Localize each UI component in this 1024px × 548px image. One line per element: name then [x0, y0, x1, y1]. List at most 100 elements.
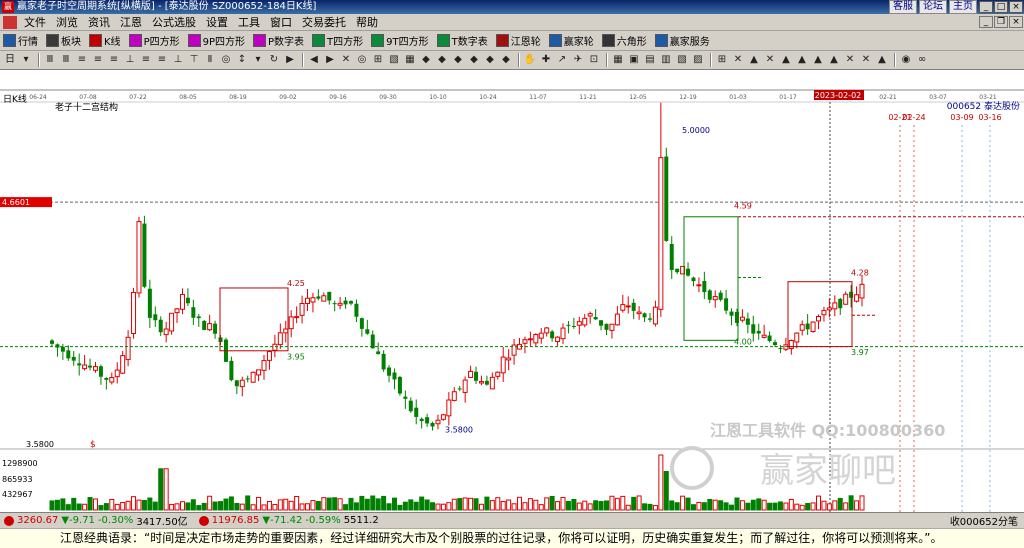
drawing-tool-icon[interactable]: ▾: [251, 53, 265, 67]
drawing-tool-icon[interactable]: Ⅲ: [43, 53, 57, 67]
drawing-tool-icon[interactable]: ◆: [419, 53, 433, 67]
menu-window[interactable]: 窗口: [265, 14, 297, 31]
toolbar-button-10[interactable]: 赢家轮: [548, 33, 594, 48]
doc-close-button[interactable]: ×: [1009, 16, 1023, 28]
chart-canvas[interactable]: 06-24 07-08 07-22 08-05 08-19 09-02 09-16 09-30…: [0, 70, 1024, 512]
drawing-tool-icon[interactable]: ✋: [523, 53, 537, 67]
sz-index-group[interactable]: 11976.85 ▼-71.42 -0.59% 5511.2: [195, 515, 382, 526]
menu-help[interactable]: 帮助: [351, 14, 383, 31]
toolbar-button-3[interactable]: P四方形: [128, 33, 180, 48]
homepage-link[interactable]: 主页: [949, 0, 977, 14]
menu-info[interactable]: 资讯: [83, 14, 115, 31]
drawing-tool-icon[interactable]: ◆: [435, 53, 449, 67]
drawing-tool-icon[interactable]: ⊞: [715, 53, 729, 67]
tick-detail-label[interactable]: 收000652分笔: [950, 513, 1018, 528]
drawing-tool-icon[interactable]: ◆: [499, 53, 513, 67]
doc-minimize-button[interactable]: _: [979, 16, 993, 28]
drawing-tool-icon[interactable]: ▦: [403, 53, 417, 67]
toolbar-icon-6: [312, 34, 326, 47]
doc-restore-button[interactable]: ❐: [994, 16, 1008, 28]
toolbar-button-7[interactable]: 9T四方形: [371, 33, 429, 48]
drawing-tool-icon[interactable]: ⊡: [587, 53, 601, 67]
drawing-tool-icon[interactable]: ▲: [779, 53, 793, 67]
drawing-tool-icon[interactable]: ≡: [75, 53, 89, 67]
drawing-tool-icon[interactable]: ◆: [451, 53, 465, 67]
drawing-tool-icon[interactable]: ▶: [323, 53, 337, 67]
toolbar-button-1[interactable]: 板块: [46, 33, 81, 48]
drawing-tool-icon[interactable]: ▣: [627, 53, 641, 67]
toolbar-button-2[interactable]: K线: [89, 33, 121, 48]
toolbar-button-11[interactable]: 六角形: [601, 33, 647, 48]
drawing-tool-icon[interactable]: ◉: [899, 53, 913, 67]
toolbar-button-6[interactable]: T四方形: [312, 33, 363, 48]
toolbar-button-12[interactable]: 赢家服务: [654, 33, 710, 48]
toolbar-button-9[interactable]: 江恩轮: [495, 33, 541, 48]
drawing-tool-icon[interactable]: ✕: [763, 53, 777, 67]
drawing-tool-icon[interactable]: ◆: [467, 53, 481, 67]
drawing-tool-icon[interactable]: ✕: [731, 53, 745, 67]
close-button[interactable]: ×: [1009, 1, 1023, 13]
drawing-tool-icon[interactable]: ▨: [691, 53, 705, 67]
drawing-tool-icon[interactable]: ◆: [483, 53, 497, 67]
toolbar-icon-0: [3, 34, 16, 47]
menu-tools[interactable]: 工具: [233, 14, 265, 31]
toolbar-button-4[interactable]: 9P四方形: [187, 33, 245, 48]
drawing-tool-icon[interactable]: ✕: [859, 53, 873, 67]
toolbar-button-8[interactable]: T数字表: [436, 33, 488, 48]
toolbar-button-5[interactable]: P数字表: [253, 33, 304, 48]
drawing-tool-icon[interactable]: ✈: [571, 53, 585, 67]
drawing-tool-icon[interactable]: ◎: [355, 53, 369, 67]
menu-settings[interactable]: 设置: [201, 14, 233, 31]
drawing-tool-icon[interactable]: ◀: [307, 53, 321, 67]
candle-body: [761, 334, 767, 338]
drawing-tool-icon[interactable]: ▥: [659, 53, 673, 67]
candle-body: [114, 369, 120, 378]
customer-service-link[interactable]: 客服: [889, 0, 917, 14]
menu-formula[interactable]: 公式选股: [147, 14, 201, 31]
drawing-tool-icon[interactable]: ◎: [219, 53, 233, 67]
drawing-tool-icon[interactable]: ▲: [811, 53, 825, 67]
drawing-tool-icon[interactable]: ≡: [107, 53, 121, 67]
drawing-tool-icon[interactable]: ⊥: [171, 53, 185, 67]
drawing-tool-icon[interactable]: ▾: [19, 53, 33, 67]
drawing-tool-icon[interactable]: ↻: [267, 53, 281, 67]
drawing-tool-icon[interactable]: ▶: [283, 53, 297, 67]
drawing-tool-icon[interactable]: ≡: [139, 53, 153, 67]
drawing-tool-icon[interactable]: ⊞: [371, 53, 385, 67]
drawing-tool-icon[interactable]: ✕: [339, 53, 353, 67]
drawing-tool-icon[interactable]: ⊥: [123, 53, 137, 67]
drawing-tool-icon[interactable]: ▤: [643, 53, 657, 67]
drawing-tool-icon[interactable]: 日: [3, 53, 17, 67]
projection-date-label: 02-24: [902, 113, 925, 122]
drawing-tool-icon[interactable]: ↕: [235, 53, 249, 67]
menu-gann[interactable]: 江恩: [115, 14, 147, 31]
minimize-button[interactable]: _: [979, 1, 993, 13]
drawing-tool-icon[interactable]: ▦: [611, 53, 625, 67]
drawing-tool-icon[interactable]: ▧: [675, 53, 689, 67]
sh-index-group[interactable]: 3260.67 ▼-9.71 -0.30% 3417.50亿: [0, 513, 191, 528]
menu-browse[interactable]: 浏览: [51, 14, 83, 31]
drawing-tool-icon[interactable]: ≡: [155, 53, 169, 67]
drawing-tool-icon[interactable]: ▧: [387, 53, 401, 67]
drawing-tool-icon[interactable]: ✕: [843, 53, 857, 67]
drawing-tool-icon[interactable]: ≡: [91, 53, 105, 67]
drawing-tool-icon[interactable]: ∞: [915, 53, 929, 67]
maximize-button[interactable]: □: [994, 1, 1008, 13]
drawing-tool-icon[interactable]: Ⅲ: [59, 53, 73, 67]
drawing-tool-icon[interactable]: ↗: [555, 53, 569, 67]
kline-chart[interactable]: 06-24 07-08 07-22 08-05 08-19 09-02 09-16 09-30…: [0, 70, 1024, 512]
menu-file[interactable]: 文件: [19, 14, 51, 31]
drawing-tool-icon[interactable]: ▲: [827, 53, 841, 67]
drawing-tool-icon[interactable]: ✚: [539, 53, 553, 67]
volume-bar: [647, 503, 653, 511]
forum-link[interactable]: 论坛: [919, 0, 947, 14]
volume-bar: [468, 497, 474, 511]
volume-bar: [76, 503, 82, 511]
menu-trade[interactable]: 交易委托: [297, 14, 351, 31]
drawing-tool-icon[interactable]: ▲: [747, 53, 761, 67]
drawing-tool-icon[interactable]: ▲: [875, 53, 889, 67]
drawing-tool-icon[interactable]: ⊤: [187, 53, 201, 67]
drawing-tool-icon[interactable]: Ⅱ: [203, 53, 217, 67]
toolbar-button-0[interactable]: 行情: [3, 33, 38, 48]
drawing-tool-icon[interactable]: ▲: [795, 53, 809, 67]
